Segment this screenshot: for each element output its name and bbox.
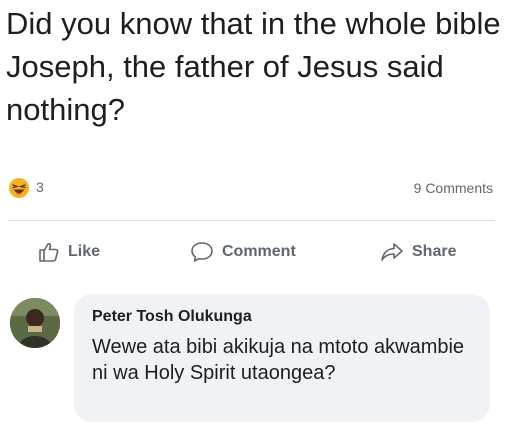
comment-text: Wewe ata bibi akikuja na mtoto akwambie …: [92, 336, 465, 384]
reaction-count[interactable]: 3: [36, 179, 44, 195]
comments-count-link[interactable]: 9 Comments: [414, 180, 493, 196]
comment-bubble-icon: [191, 242, 213, 262]
share-arrow-icon: [381, 243, 403, 261]
share-button[interactable]: Share: [380, 238, 456, 266]
comment-bubble: Peter Tosh Olukunga Wewe ata bibi akikuj…: [74, 294, 490, 422]
share-label: Share: [412, 243, 457, 260]
post-actions: Like Comment Share: [0, 232, 507, 272]
post-stats: 3 9 Comments: [0, 175, 507, 205]
like-label: Like: [68, 243, 101, 260]
comment-label: Comment: [222, 243, 296, 260]
post-text: Did you know that in the whole bible Jos…: [6, 6, 501, 127]
divider: [8, 220, 495, 221]
thumbs-up-icon: [39, 242, 59, 262]
avatar[interactable]: [10, 298, 60, 348]
like-button[interactable]: Like: [38, 238, 100, 266]
haha-emoji-icon[interactable]: [8, 177, 30, 199]
comment: Peter Tosh Olukunga Wewe ata bibi akikuj…: [0, 290, 507, 425]
comment-button[interactable]: Comment: [190, 238, 296, 266]
comment-author-link[interactable]: Peter Tosh Olukunga: [92, 308, 252, 326]
